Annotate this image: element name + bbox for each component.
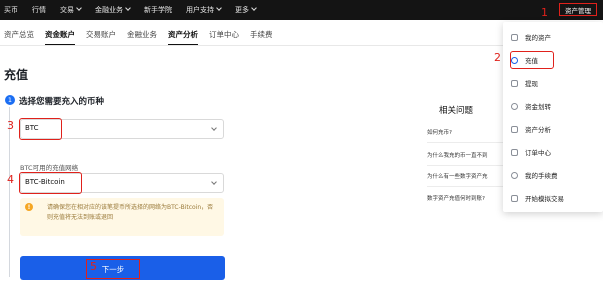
warning-text: 请确保您在相对应的该笔提币所选择的网络为BTC-Bitcoin，否则充值将无法到… <box>47 204 214 221</box>
warning-icon: ! <box>25 203 33 211</box>
menu-item-label: 我的手续费 <box>525 172 558 180</box>
menu-item-my-assets[interactable]: 我的资产 <box>511 30 551 44</box>
step-number-badge: 1 <box>5 95 15 105</box>
divider <box>427 186 515 187</box>
chevron-down-icon <box>76 5 82 11</box>
nav-buy-coin[interactable]: 买币 <box>4 5 18 15</box>
menu-item-transfer[interactable]: 资金划转 <box>511 99 551 113</box>
analysis-icon <box>511 125 518 133</box>
nav-support[interactable]: 用户支持 <box>186 5 222 15</box>
nav-academy[interactable]: 新手学院 <box>144 5 172 15</box>
step-connector-line <box>9 107 10 277</box>
transfer-icon <box>511 102 518 110</box>
menu-item-my-fees[interactable]: 我的手续费 <box>511 168 558 182</box>
annotation-1: 1 <box>541 6 548 19</box>
chevron-down-icon <box>211 125 217 131</box>
annotation-5: 5 <box>90 260 97 273</box>
chevron-down-icon <box>216 5 222 11</box>
chevron-down-icon <box>211 179 217 185</box>
page-title: 充值 <box>4 68 29 82</box>
divider <box>427 165 515 166</box>
nav-finance[interactable]: 金融业务 <box>95 5 131 15</box>
tab-finance[interactable]: 金融业务 <box>127 29 157 46</box>
network-label: BTC可用的充值网络 <box>20 164 79 172</box>
annotation-2: 2 <box>494 51 501 64</box>
fee-icon <box>511 171 518 179</box>
highlight-network <box>19 172 82 194</box>
asset-management-button[interactable]: 资产管理 <box>559 3 597 16</box>
tab-fees[interactable]: 手续费 <box>250 29 273 46</box>
menu-item-label: 提现 <box>525 80 538 88</box>
menu-item-order-center[interactable]: 订单中心 <box>511 145 551 159</box>
tab-asset-analysis[interactable]: 资产分析 <box>168 29 198 46</box>
tab-asset-overview[interactable]: 资产总览 <box>4 29 34 46</box>
menu-item-label: 订单中心 <box>525 149 551 157</box>
menu-item-label: 资产分析 <box>525 126 551 134</box>
chevron-down-icon <box>251 5 257 11</box>
question-link[interactable]: 为什么有一些数字资产充 <box>427 172 488 180</box>
tab-order-center[interactable]: 订单中心 <box>209 29 239 46</box>
question-link[interactable]: 为什么我充的币一直不到 <box>427 151 488 159</box>
simulate-icon <box>511 194 518 202</box>
highlight-deposit <box>510 51 554 69</box>
menu-item-simulated-trading[interactable]: 开始模拟交易 <box>511 191 564 205</box>
network-warning: ! 请确保您在相对应的该笔提币所选择的网络为BTC-Bitcoin，否则充值将无… <box>20 198 224 236</box>
menu-item-label: 资金划转 <box>525 103 551 111</box>
step-title: 选择您需要充入的币种 <box>19 97 105 107</box>
question-link[interactable]: 如何充币? <box>427 128 452 136</box>
order-icon <box>511 148 518 156</box>
nav-markets[interactable]: 行情 <box>32 5 46 15</box>
account-tabs: 资产总览 资金账户 交易账户 金融业务 资产分析 订单中心 手续费 <box>4 29 284 46</box>
chevron-down-icon <box>125 5 131 11</box>
highlight-currency <box>19 118 62 140</box>
tab-funding-account[interactable]: 资金账户 <box>45 29 75 46</box>
menu-item-withdraw[interactable]: 提现 <box>511 76 538 90</box>
tab-trading-account[interactable]: 交易账户 <box>86 29 116 46</box>
divider <box>427 142 515 143</box>
menu-item-label: 我的资产 <box>525 34 551 42</box>
annotation-3: 3 <box>7 119 14 132</box>
annotation-4: 4 <box>7 173 14 186</box>
menu-item-label: 开始模拟交易 <box>525 195 564 203</box>
related-questions-title: 相关问题 <box>439 106 474 116</box>
nav-more[interactable]: 更多 <box>235 5 257 15</box>
nav-trade[interactable]: 交易 <box>60 5 82 15</box>
question-link[interactable]: 数字资产充值何时到账? <box>427 194 485 202</box>
top-nav: 买币 行情 交易 金融业务 新手学院 用户支持 更多 <box>4 0 270 20</box>
wallet-icon <box>511 33 518 41</box>
withdraw-icon <box>511 79 518 87</box>
menu-item-asset-analysis[interactable]: 资产分析 <box>511 122 551 136</box>
